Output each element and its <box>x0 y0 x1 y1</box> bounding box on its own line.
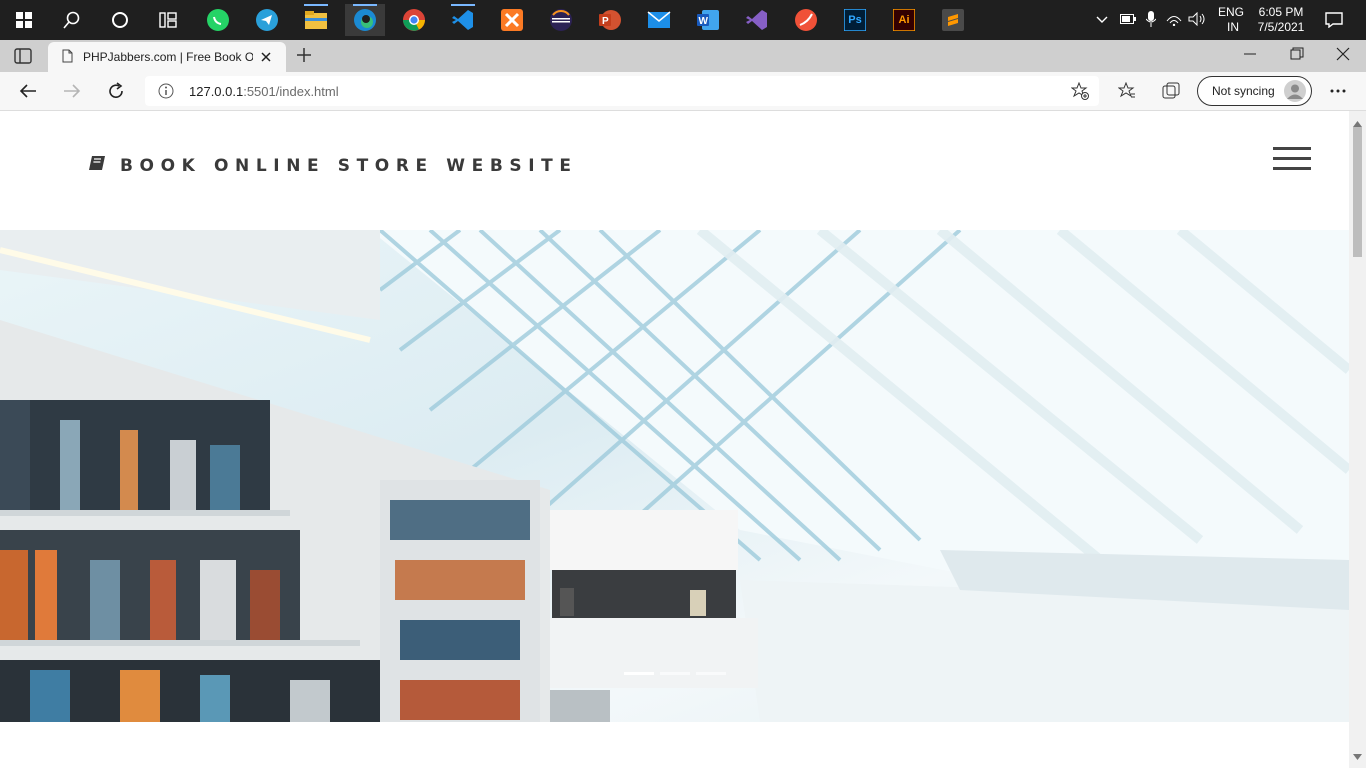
close-window-icon[interactable] <box>1336 47 1350 66</box>
microphone-icon[interactable] <box>1145 10 1157 30</box>
xampp-icon[interactable] <box>492 4 532 36</box>
address-bar[interactable]: 127.0.0.1:5501/index.html <box>145 76 1099 106</box>
scroll-down-icon[interactable] <box>1353 747 1362 765</box>
add-favorite-icon[interactable] <box>1070 81 1089 105</box>
scrollbar-thumb[interactable] <box>1353 127 1362 257</box>
tab-actions-icon[interactable] <box>14 48 32 69</box>
carousel-dot[interactable] <box>696 672 726 675</box>
eclipse-icon[interactable] <box>541 4 581 36</box>
wifi-icon[interactable] <box>1166 12 1182 29</box>
svg-text:P: P <box>602 16 609 27</box>
carousel-dot[interactable] <box>660 672 690 675</box>
language-indicator[interactable]: ENG IN <box>1218 0 1244 40</box>
powerpoint-icon[interactable]: P <box>590 4 630 36</box>
clock-date: 7/5/2021 <box>1257 20 1305 34</box>
restore-icon[interactable] <box>1290 47 1304 66</box>
info-icon[interactable] <box>158 83 174 104</box>
windows-start-icon[interactable] <box>4 4 44 36</box>
region-code: IN <box>1227 20 1239 34</box>
file-explorer-icon[interactable] <box>296 4 336 36</box>
favorites-icon[interactable] <box>1112 76 1142 106</box>
web-page: BOOK ONLINE STORE WEBSITE <box>0 111 1349 768</box>
avatar <box>1284 80 1306 107</box>
url-text: 127.0.0.1:5501/index.html <box>189 84 339 99</box>
page-scrollbar[interactable] <box>1349 111 1366 768</box>
sync-status-label: Not syncing <box>1212 84 1275 98</box>
cortana-icon[interactable] <box>100 4 140 36</box>
site-logo-link[interactable]: BOOK ONLINE STORE WEBSITE <box>88 155 578 176</box>
clock-time: 6:05 PM <box>1258 5 1304 19</box>
sublime-icon[interactable] <box>933 4 973 36</box>
forward-arrow-icon[interactable] <box>57 76 87 106</box>
url-path: :5501/index.html <box>243 83 339 99</box>
site-title: BOOK ONLINE STORE WEBSITE <box>120 155 578 176</box>
illustrator-label: Ai <box>898 14 910 26</box>
new-tab-icon[interactable] <box>296 47 312 68</box>
mail-icon[interactable] <box>639 4 679 36</box>
page-favicon-icon <box>62 49 73 68</box>
search-icon[interactable] <box>52 4 92 36</box>
swift-icon[interactable] <box>786 4 826 36</box>
telegram-icon[interactable] <box>247 4 287 36</box>
library-photo-illustration <box>0 230 1349 722</box>
visual-studio-icon[interactable] <box>737 4 777 36</box>
browser-tab[interactable]: PHPJabbers.com | Free Book Online Store … <box>48 42 286 72</box>
hamburger-menu-icon[interactable] <box>1273 147 1311 171</box>
windows-taskbar: P W Ps Ai ENG IN 6:05 PM 7/5/2021 <box>0 0 1366 40</box>
carousel-indicators <box>624 672 726 675</box>
carousel-dot[interactable] <box>624 672 654 675</box>
minimize-icon[interactable] <box>1243 47 1257 66</box>
refresh-icon[interactable] <box>101 76 131 106</box>
photoshop-label: Ps <box>848 14 862 26</box>
whatsapp-icon[interactable] <box>198 4 238 36</box>
illustrator-icon[interactable]: Ai <box>884 4 924 36</box>
notifications-icon[interactable] <box>1314 4 1354 36</box>
system-tray <box>1096 0 1214 40</box>
profile-sync-button[interactable]: Not syncing <box>1197 76 1312 106</box>
more-menu-icon[interactable] <box>1323 76 1353 106</box>
chevron-up-icon[interactable] <box>1096 13 1108 27</box>
photoshop-icon[interactable]: Ps <box>835 4 875 36</box>
back-arrow-icon[interactable] <box>13 76 43 106</box>
browser-toolbar: 127.0.0.1:5501/index.html Not syncing <box>0 72 1366 111</box>
url-host: 127.0.0.1 <box>189 83 244 99</box>
browser-tab-strip: PHPJabbers.com | Free Book Online Store … <box>0 40 1366 72</box>
edge-icon[interactable] <box>345 4 385 36</box>
book-icon <box>88 155 106 176</box>
close-tab-icon[interactable] <box>261 49 271 67</box>
clock[interactable]: 6:05 PM 7/5/2021 <box>1256 0 1306 40</box>
svg-text:W: W <box>699 16 709 27</box>
word-icon[interactable]: W <box>688 4 728 36</box>
battery-icon[interactable] <box>1120 13 1136 27</box>
task-view-icon[interactable] <box>148 4 188 36</box>
volume-icon[interactable] <box>1188 11 1206 29</box>
language-code: ENG <box>1218 5 1245 19</box>
chrome-icon[interactable] <box>394 4 434 36</box>
vscode-icon[interactable] <box>443 4 483 36</box>
collections-icon[interactable] <box>1156 76 1186 106</box>
tab-title: PHPJabbers.com | Free Book Online Store … <box>83 50 253 64</box>
hero-carousel-image <box>0 230 1349 722</box>
